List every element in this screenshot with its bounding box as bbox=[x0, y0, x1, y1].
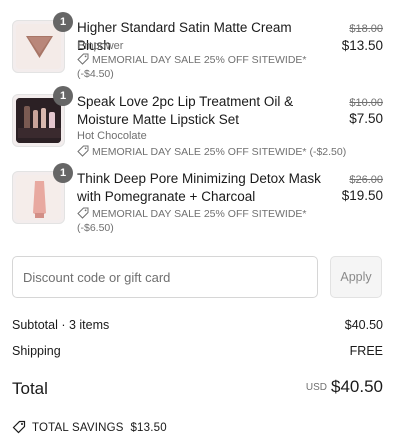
discount-label: MEMORIAL DAY SALE 25% OFF SITEWIDE* bbox=[92, 54, 307, 66]
savings-value: $13.50 bbox=[130, 422, 167, 434]
sale-price: $7.50 bbox=[349, 111, 383, 126]
blush-image bbox=[16, 24, 61, 69]
subtotal-label: Subtotal · 3 items bbox=[12, 318, 110, 332]
quantity-badge: 1 bbox=[53, 12, 73, 32]
discount-label: MEMORIAL DAY SALE 25% OFF SITEWIDE* bbox=[92, 208, 307, 220]
currency-code: USD bbox=[305, 382, 327, 393]
product-title: Speak Love 2pc Lip Treatment Oil & Moist… bbox=[77, 94, 294, 127]
total-amount: USD $40.50 bbox=[306, 377, 383, 397]
product-thumbnail: 1 bbox=[12, 86, 73, 147]
lip-set-image bbox=[16, 98, 61, 143]
shipping-value: FREE bbox=[349, 344, 383, 358]
product-thumbnail: 1 bbox=[12, 12, 73, 73]
total-value: $40.50 bbox=[331, 377, 383, 396]
sale-price: $13.50 bbox=[341, 38, 383, 53]
tag-icon bbox=[77, 53, 89, 65]
total-label: Total bbox=[12, 379, 48, 398]
discount-line: MEMORIAL DAY SALE 25% OFF SITEWIDE* (-$4.… bbox=[77, 53, 322, 81]
discount-amount: (-$6.50) bbox=[77, 222, 114, 234]
product-thumbnail: 1 bbox=[12, 163, 73, 224]
discount-label: MEMORIAL DAY SALE 25% OFF SITEWIDE* bbox=[92, 146, 307, 158]
sale-price: $19.50 bbox=[341, 188, 383, 203]
original-price: $26.00 bbox=[349, 174, 383, 186]
product-variant: Hot Chocolate bbox=[77, 130, 147, 142]
discount-line: MEMORIAL DAY SALE 25% OFF SITEWIDE* (-$6.… bbox=[77, 207, 322, 235]
quantity-badge: 1 bbox=[53, 163, 73, 183]
discount-code-input[interactable] bbox=[12, 256, 318, 298]
total-savings: TOTAL SAVINGS $13.50 bbox=[12, 420, 167, 434]
original-price: $18.00 bbox=[349, 23, 383, 35]
subtotal-value: $40.50 bbox=[344, 318, 383, 332]
apply-discount-button[interactable]: Apply bbox=[330, 256, 382, 298]
tag-icon bbox=[12, 420, 26, 434]
product-title: Think Deep Pore Minimizing Detox Mask wi… bbox=[77, 171, 321, 204]
discount-line: MEMORIAL DAY SALE 25% OFF SITEWIDE* (-$2… bbox=[77, 145, 357, 159]
tag-icon bbox=[77, 145, 89, 157]
discount-amount: (-$2.50) bbox=[309, 146, 347, 158]
savings-label: TOTAL SAVINGS bbox=[32, 422, 124, 434]
original-price: $10.00 bbox=[349, 97, 383, 109]
shipping-row: Shipping FREE bbox=[12, 344, 383, 358]
quantity-badge: 1 bbox=[53, 86, 73, 106]
product-variant: Empower bbox=[77, 40, 124, 52]
tag-icon bbox=[77, 207, 89, 219]
shipping-label: Shipping bbox=[12, 344, 61, 358]
subtotal-row: Subtotal · 3 items $40.50 bbox=[12, 318, 383, 332]
mask-image bbox=[16, 175, 61, 220]
discount-amount: (-$4.50) bbox=[77, 68, 114, 80]
